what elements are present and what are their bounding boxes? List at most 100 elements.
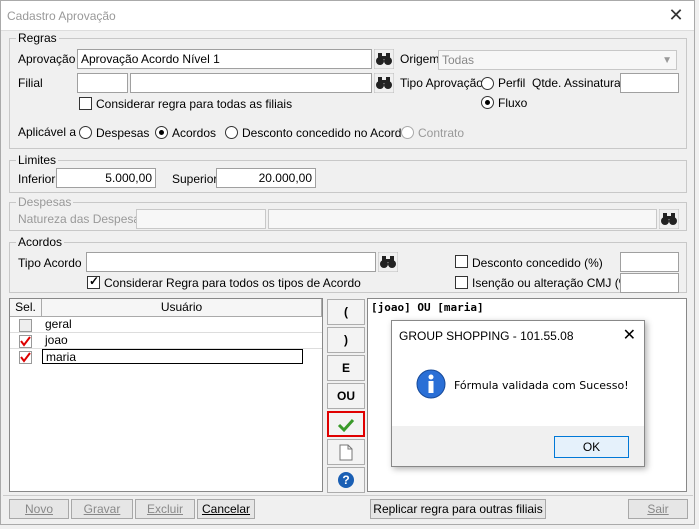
clear-formula-button[interactable]	[327, 439, 365, 465]
tipo-aprovacao-label: Tipo Aprovação	[400, 76, 483, 90]
window-title: Cadastro Aprovação	[7, 9, 116, 23]
sel-column-header[interactable]: Sel.	[10, 299, 42, 317]
message-dialog: GROUP SHOPPING - 101.55.08 ✕ Fórmula val…	[391, 320, 645, 467]
svg-text:?: ?	[342, 473, 349, 487]
qtde-assinaturas-label: Qtde. Assinaturas	[532, 76, 627, 90]
info-icon	[416, 369, 446, 399]
despesas-radio-label: Despesas	[96, 126, 150, 140]
origem-label: Origem	[400, 52, 440, 66]
window-close-icon[interactable]: ✕	[664, 4, 688, 26]
excluir-button[interactable]: Excluir	[135, 499, 195, 519]
row-checkbox-geral[interactable]	[19, 319, 32, 332]
validate-formula-button[interactable]	[327, 411, 365, 437]
fluxo-radio[interactable]	[481, 96, 494, 109]
desconto-label: Desconto concedido (%)	[472, 256, 603, 270]
table-row[interactable]: geral	[10, 317, 322, 333]
contrato-radio-label: Contrato	[418, 126, 465, 140]
despesas-radio[interactable]	[79, 126, 92, 139]
or-button[interactable]: OU	[327, 383, 365, 409]
check-icon	[20, 352, 31, 363]
row-checkbox-joao[interactable]	[19, 335, 32, 348]
sair-button[interactable]: Sair	[628, 499, 688, 519]
dialog-message: Fórmula validada com Sucesso!	[454, 379, 629, 392]
usuario-cell: geral	[45, 317, 72, 331]
gravar-button-label: Gravar	[83, 502, 121, 516]
usuario-cell: joao	[45, 333, 68, 347]
desconto-acordo-radio-label: Desconto concedido no Acordo	[242, 126, 409, 140]
inferior-label: Inferior	[18, 172, 56, 186]
dialog-title-bar: GROUP SHOPPING - 101.55.08 ✕	[392, 321, 644, 349]
novo-button[interactable]: Novo	[9, 499, 69, 519]
isencao-label: Isenção ou alteração CMJ (%)	[472, 276, 634, 290]
open-paren-button[interactable]: (	[327, 299, 365, 325]
title-bar: Cadastro Aprovação ✕	[1, 1, 694, 31]
sair-button-label: Sair	[647, 502, 669, 516]
natureza-name-input	[268, 209, 657, 229]
acordos-legend: Acordos	[18, 235, 63, 249]
check-icon	[20, 336, 31, 347]
formula-text: [joao] OU [maria]	[371, 301, 484, 314]
aprovacao-search-icon[interactable]	[374, 49, 394, 69]
filial-label: Filial	[18, 76, 43, 90]
acordos-radio[interactable]	[155, 126, 168, 139]
desconto-checkbox[interactable]	[455, 255, 468, 268]
footer-divider	[3, 495, 693, 496]
gravar-button[interactable]: Gravar	[71, 499, 133, 519]
fluxo-label: Fluxo	[498, 96, 528, 110]
tipo-acordo-label: Tipo Acordo	[18, 256, 82, 270]
superior-input[interactable]: 20.000,00	[216, 168, 316, 188]
aplicavel-label: Aplicável a	[18, 125, 77, 139]
table-row[interactable]: joao	[10, 333, 322, 349]
desconto-acordo-radio[interactable]	[225, 126, 238, 139]
cancelar-button[interactable]: Cancelar	[197, 499, 255, 519]
tipo-acordo-search-icon[interactable]	[378, 252, 398, 272]
natureza-search-icon	[659, 209, 679, 229]
close-paren-button[interactable]: )	[327, 327, 365, 353]
perfil-radio[interactable]	[481, 77, 494, 90]
usuario-column-header[interactable]: Usuário	[42, 299, 322, 317]
origem-value: Todas	[442, 53, 475, 67]
help-button[interactable]: ?	[327, 467, 365, 493]
considerar-filiais-checkbox[interactable]	[79, 97, 92, 110]
acordos-radio-label: Acordos	[172, 126, 217, 140]
superior-label: Superior	[172, 172, 218, 186]
usuario-cell-selected[interactable]: maria	[42, 349, 303, 364]
usuarios-grid[interactable]: Sel. Usuário geral joao maria	[9, 298, 323, 492]
ok-button[interactable]: OK	[554, 436, 629, 458]
considerar-tipos-checkbox[interactable]	[87, 274, 100, 289]
chevron-down-icon: ▼	[662, 55, 672, 66]
blank-page-icon	[339, 444, 353, 461]
dialog-title: GROUP SHOPPING - 101.55.08	[399, 329, 574, 343]
inferior-input[interactable]: 5.000,00	[56, 168, 156, 188]
row-checkbox-maria[interactable]	[19, 351, 32, 364]
novo-button-label: Novo	[24, 502, 53, 516]
dialog-footer: OK	[392, 426, 644, 466]
natureza-code-input	[136, 209, 266, 229]
natureza-label: Natureza das Despesas	[18, 212, 147, 226]
limites-legend: Limites	[18, 153, 57, 167]
aprovacao-label: Aprovação	[18, 52, 76, 66]
qtde-assinaturas-input[interactable]	[620, 73, 679, 93]
aprovacao-input[interactable]: Aprovação Acordo Nível 1	[77, 49, 372, 69]
replicar-button[interactable]: Replicar regra para outras filiais	[370, 499, 546, 519]
help-icon: ?	[338, 472, 354, 488]
tipo-acordo-input[interactable]	[86, 252, 376, 272]
filial-search-icon[interactable]	[374, 73, 394, 93]
filial-code-input[interactable]	[77, 73, 128, 93]
considerar-tipos-label: Considerar Regra para todos os tipos de …	[104, 276, 361, 290]
dialog-close-icon[interactable]: ✕	[623, 325, 636, 345]
and-button[interactable]: E	[327, 355, 365, 381]
isencao-input[interactable]	[620, 273, 679, 293]
cancelar-button-label: Cancelar	[201, 502, 251, 516]
origem-select[interactable]: Todas ▼	[438, 50, 677, 70]
filial-name-input[interactable]	[130, 73, 372, 93]
green-check-icon	[337, 418, 355, 433]
desconto-input[interactable]	[620, 252, 679, 272]
perfil-label: Perfil	[498, 76, 526, 90]
excluir-button-label: Excluir	[146, 502, 183, 516]
considerar-filiais-label: Considerar regra para todas as filiais	[96, 97, 293, 111]
despesas-legend: Despesas	[18, 195, 72, 209]
table-row[interactable]: maria	[10, 349, 322, 365]
regras-legend: Regras	[18, 31, 57, 45]
isencao-checkbox[interactable]	[455, 276, 468, 289]
